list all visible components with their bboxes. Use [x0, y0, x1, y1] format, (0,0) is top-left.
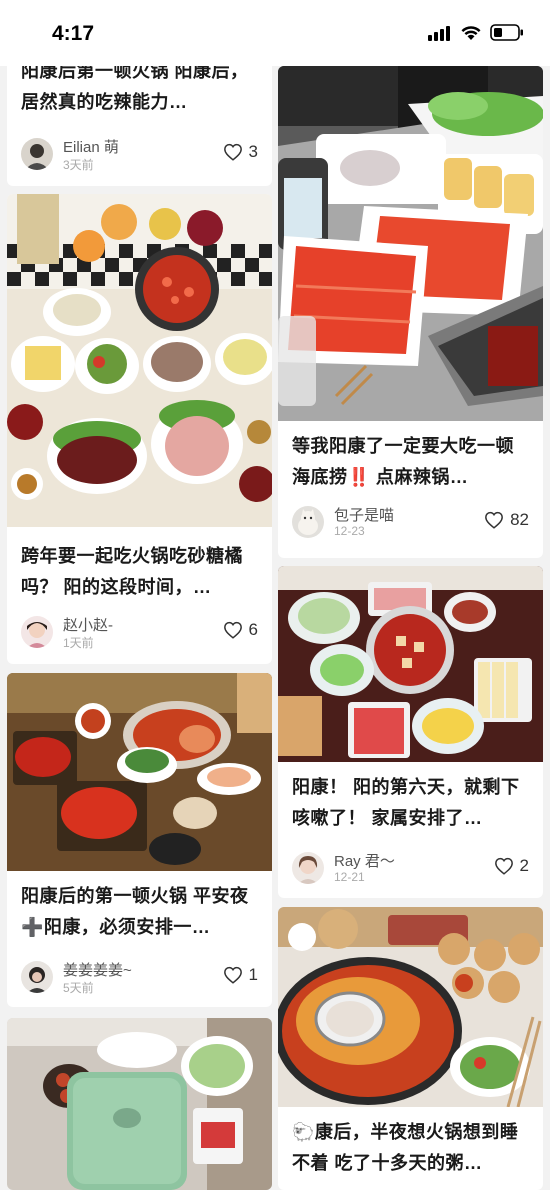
- post-title: 跨年要一起吃火锅吃砂糖橘吗？ 阳的这段时间，…: [21, 546, 243, 597]
- like-button[interactable]: 1: [223, 965, 258, 985]
- post-card[interactable]: 阳康后的第一顿火锅 平安夜➕阳康，必须安排一… 姜姜姜姜~ 5天前 1: [7, 673, 272, 1007]
- post-title: 阳康后的第一顿火锅 平安夜➕阳康，必须安排一…: [21, 886, 249, 937]
- post-meta: Ray 君～ 12-21 2: [278, 850, 543, 888]
- post-meta: 赵小赵- 1天前 6: [7, 614, 272, 652]
- post-card[interactable]: [7, 1018, 272, 1190]
- heart-icon: [223, 621, 242, 639]
- like-button[interactable]: 6: [223, 620, 258, 640]
- post-meta: 姜姜姜姜~ 5天前 1: [7, 959, 272, 997]
- post-image: [278, 66, 543, 421]
- post-date: 1天前: [63, 636, 94, 650]
- like-count: 2: [519, 856, 529, 875]
- like-button[interactable]: 2: [494, 856, 529, 876]
- heart-icon: [223, 143, 242, 161]
- status-icons: [428, 24, 524, 41]
- post-meta: Eilian 萌 3天前 3: [7, 136, 272, 174]
- heart-icon: [485, 511, 503, 529]
- post-image: [278, 907, 543, 1107]
- post-date: 12-21: [334, 870, 365, 884]
- post-card[interactable]: 等我阳康了一定要大吃一顿海底捞‼️ 点麻辣锅… 包子是喵 12-23 82: [278, 66, 543, 558]
- like-count: 82: [510, 510, 529, 529]
- signal-icon: [428, 25, 450, 41]
- author-name[interactable]: Eilian 萌: [63, 136, 119, 157]
- status-time: 4:17: [52, 22, 95, 45]
- post-card[interactable]: 🐑康后，半夜想火锅想到睡不着 吃了十多天的粥…: [278, 907, 543, 1190]
- avatar[interactable]: [292, 506, 324, 538]
- post-title: 阳康！ 阳的第六天，就剩下咳嗽了！ 家属安排了…: [292, 777, 520, 828]
- author-name[interactable]: 包子是喵: [334, 504, 394, 525]
- like-button[interactable]: 3: [223, 142, 258, 162]
- post-image: [7, 1018, 272, 1190]
- post-title: 等我阳康了一定要大吃一顿海底捞‼️ 点麻辣锅…: [292, 436, 514, 487]
- post-date: 12-23: [334, 524, 365, 538]
- battery-icon: [490, 24, 523, 41]
- like-count: 3: [248, 142, 258, 161]
- like-count: 6: [248, 620, 258, 639]
- heart-icon: [223, 966, 242, 984]
- post-image: [278, 566, 543, 762]
- like-count: 1: [248, 965, 258, 984]
- avatar[interactable]: [21, 138, 53, 170]
- wifi-icon: [461, 25, 481, 40]
- avatar[interactable]: [292, 852, 324, 884]
- post-date: 3天前: [63, 158, 94, 172]
- post-title: 🐑康后，半夜想火锅想到睡不着 吃了十多天的粥…: [292, 1122, 519, 1173]
- avatar[interactable]: [21, 961, 53, 993]
- status-bar: 4:17: [0, 0, 550, 66]
- heart-icon: [494, 857, 513, 875]
- author-name[interactable]: 姜姜姜姜~: [63, 959, 132, 980]
- post-date: 5天前: [63, 981, 94, 995]
- post-image: [7, 194, 272, 527]
- author-name[interactable]: 赵小赵-: [63, 614, 113, 635]
- post-card[interactable]: 跨年要一起吃火锅吃砂糖橘吗？ 阳的这段时间，… 赵小赵- 1天前 6: [7, 194, 272, 664]
- post-meta: 包子是喵 12-23 82: [278, 504, 543, 542]
- post-image: [7, 673, 272, 871]
- post-card[interactable]: 阳康！ 阳的第六天，就剩下咳嗽了！ 家属安排了… Ray 君～ 12-21 2: [278, 566, 543, 898]
- like-button[interactable]: 82: [484, 510, 529, 530]
- author-name[interactable]: Ray 君～: [334, 850, 395, 871]
- avatar[interactable]: [21, 616, 53, 648]
